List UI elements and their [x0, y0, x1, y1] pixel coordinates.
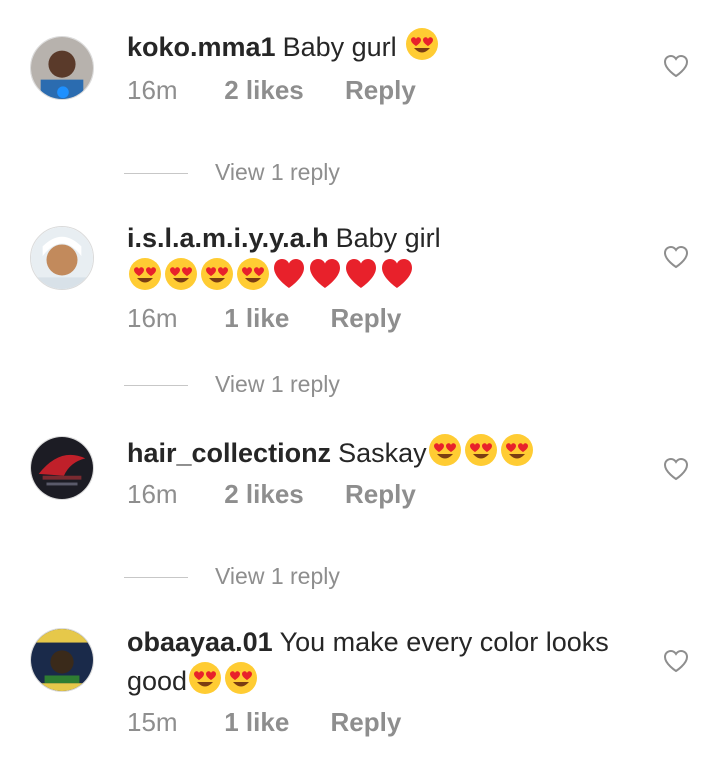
avatar[interactable] — [30, 36, 94, 100]
heart-eyes-emoji-icon — [223, 660, 259, 696]
reply-button[interactable]: Reply — [345, 75, 416, 106]
reply-divider — [124, 385, 188, 386]
like-heart-icon[interactable] — [663, 457, 689, 481]
heart-eyes-emoji-icon — [427, 432, 463, 468]
comment-meta: 16m 2 likes Reply — [127, 75, 416, 106]
view-replies-button[interactable]: View 1 reply — [124, 563, 384, 593]
reply-divider — [124, 173, 188, 174]
comment-meta: 16m 1 like Reply — [127, 303, 401, 334]
avatar[interactable] — [30, 436, 94, 500]
red-heart-emoji-icon — [271, 256, 307, 292]
view-replies-label: View 1 reply — [215, 159, 340, 185]
heart-eyes-emoji-icon — [499, 432, 535, 468]
emoji-group — [127, 256, 415, 301]
avatar[interactable] — [30, 226, 94, 290]
heart-eyes-emoji-icon — [127, 256, 163, 292]
comment-username[interactable]: obaayaa.01 — [127, 627, 273, 657]
like-heart-icon[interactable] — [663, 54, 689, 78]
reply-button[interactable]: Reply — [331, 707, 402, 738]
view-replies-button[interactable]: View 1 reply — [124, 159, 384, 189]
comment-message: Baby gurl — [282, 32, 397, 62]
comment-text: obaayaa.01 You make every color looks goo… — [127, 624, 627, 705]
likes-count-link[interactable]: 2 likes — [224, 75, 304, 106]
comment-username[interactable]: koko.mma1 — [127, 32, 276, 62]
comment-message: Baby girl — [335, 223, 441, 253]
comment-text: koko.mma1 Baby gurl — [127, 26, 627, 71]
comment-time: 16m — [127, 75, 178, 105]
heart-eyes-emoji-icon — [463, 432, 499, 468]
likes-count-link[interactable]: 1 like — [224, 707, 289, 738]
comment-text: hair_collectionz Saskay — [127, 432, 627, 477]
emoji-group — [427, 432, 535, 477]
comment-username[interactable]: i.s.l.a.m.i.y.y.a.h — [127, 223, 329, 253]
comment-time: 16m — [127, 479, 178, 509]
red-heart-emoji-icon — [307, 256, 343, 292]
emoji-group — [187, 660, 259, 705]
heart-eyes-emoji-icon — [235, 256, 271, 292]
comment-message: Saskay — [338, 438, 427, 468]
comment-text: i.s.l.a.m.i.y.y.a.h Baby girl — [127, 220, 627, 301]
comment-username[interactable]: hair_collectionz — [127, 438, 331, 468]
comment-meta: 16m 2 likes Reply — [127, 479, 416, 510]
comment-time: 16m — [127, 303, 178, 333]
reply-button[interactable]: Reply — [345, 479, 416, 510]
red-heart-emoji-icon — [379, 256, 415, 292]
comment-time: 15m — [127, 707, 178, 737]
view-replies-button[interactable]: View 1 reply — [124, 371, 384, 401]
view-replies-label: View 1 reply — [215, 371, 340, 397]
heart-eyes-emoji-icon — [163, 256, 199, 292]
comment-meta: 15m 1 like Reply — [127, 707, 401, 738]
view-replies-label: View 1 reply — [215, 563, 340, 589]
emoji-group — [404, 26, 440, 71]
reply-button[interactable]: Reply — [331, 303, 402, 334]
heart-eyes-emoji-icon — [199, 256, 235, 292]
likes-count-link[interactable]: 1 like — [224, 303, 289, 334]
avatar[interactable] — [30, 628, 94, 692]
heart-eyes-emoji-icon — [187, 660, 223, 696]
reply-divider — [124, 577, 188, 578]
likes-count-link[interactable]: 2 likes — [224, 479, 304, 510]
like-heart-icon[interactable] — [663, 245, 689, 269]
red-heart-emoji-icon — [343, 256, 379, 292]
heart-eyes-emoji-icon — [404, 26, 440, 62]
like-heart-icon[interactable] — [663, 649, 689, 673]
